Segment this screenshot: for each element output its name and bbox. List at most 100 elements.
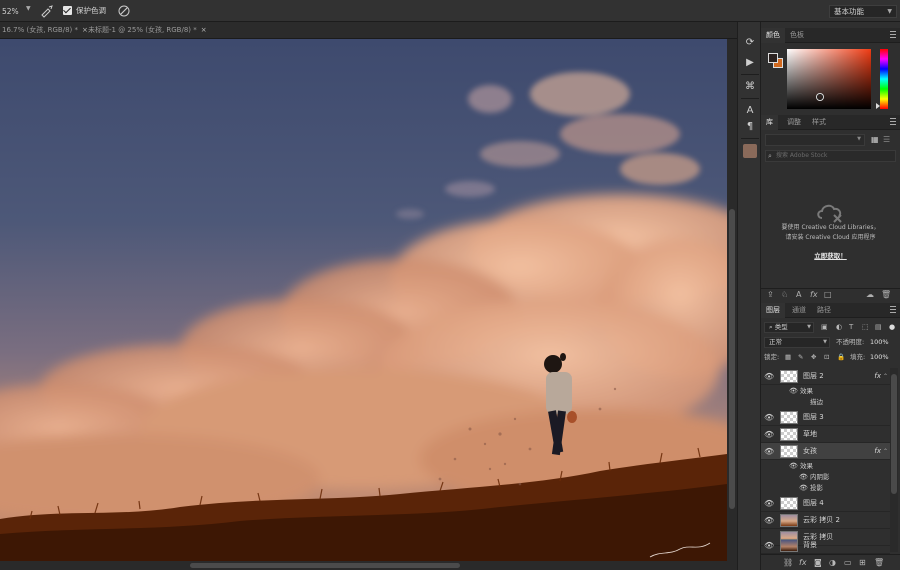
folder-icon[interactable]: ▭ xyxy=(844,558,852,567)
layer-row-background[interactable]: 👁 背景 xyxy=(761,537,890,554)
cloud-sync-icon[interactable]: ☁ xyxy=(866,290,874,299)
upload-icon[interactable]: ⇪ xyxy=(767,290,774,299)
effect-row[interactable]: 👁 效果 xyxy=(761,386,890,397)
filter-smart-icon[interactable]: ▤ xyxy=(875,323,882,331)
filter-toggle-icon[interactable]: ● xyxy=(889,323,895,331)
workspace-select[interactable]: 基本功能 ▼ xyxy=(829,5,897,18)
grid-view-icon[interactable]: ▦ xyxy=(871,135,879,144)
filter-shape-icon[interactable]: ⬚ xyxy=(862,323,869,331)
canvas-vertical-scrollbar[interactable] xyxy=(727,39,737,561)
tab-libraries[interactable]: 库 xyxy=(761,115,778,130)
visibility-eye-icon[interactable]: 👁 xyxy=(764,499,774,508)
layer-row[interactable]: 👁 草地 xyxy=(761,426,890,443)
checkbox-checked-icon[interactable] xyxy=(63,6,72,15)
brush-smoothing-icon[interactable] xyxy=(117,4,131,18)
tab-paths[interactable]: 路径 xyxy=(812,303,836,318)
tab-layers[interactable]: 图层 xyxy=(761,303,785,318)
layers-scrollbar[interactable] xyxy=(890,368,898,552)
scroll-thumb[interactable] xyxy=(891,374,897,494)
list-view-icon[interactable]: ☰ xyxy=(883,135,890,144)
lock-all-icon[interactable]: 🔒 xyxy=(837,352,845,363)
layer-row[interactable]: 👁 云彩 拷贝 2 xyxy=(761,512,890,529)
fx-icon[interactable]: fx xyxy=(799,558,807,567)
opacity-value[interactable]: 100% xyxy=(870,337,889,348)
message-line-1: 要使用 Creative Cloud Libraries， xyxy=(781,224,880,231)
lock-move-icon[interactable]: ✥ xyxy=(811,352,816,363)
filter-kind-select[interactable]: ⌕ 类型 ▼ xyxy=(764,322,814,333)
effect-row[interactable]: 👁 投影 xyxy=(761,483,890,494)
tab-swatches[interactable]: 色板 xyxy=(785,28,809,43)
hue-slider-handle[interactable] xyxy=(876,103,880,109)
link-icon[interactable]: ⛓ xyxy=(783,558,793,567)
tab-color[interactable]: 颜色 xyxy=(761,28,785,43)
library-select[interactable]: ▼ xyxy=(765,134,865,146)
filter-adjustment-icon[interactable]: ◐ xyxy=(836,323,842,331)
lock-transparent-icon[interactable]: ▦ xyxy=(785,352,791,363)
layer-row-selected[interactable]: 👁 女孩 fx ⌃ xyxy=(761,443,890,460)
effect-row[interactable]: 👁 效果 xyxy=(761,461,890,472)
paragraph-icon[interactable]: ¶ xyxy=(743,120,757,134)
canvas-horizontal-scrollbar[interactable] xyxy=(0,561,737,570)
tab-styles[interactable]: 样式 xyxy=(807,115,831,130)
visibility-eye-icon[interactable]: 👁 xyxy=(764,541,774,550)
scroll-thumb[interactable] xyxy=(190,563,460,568)
scroll-thumb[interactable] xyxy=(729,209,735,509)
visibility-eye-icon[interactable]: 👁 xyxy=(764,430,774,439)
effect-row[interactable]: 描边 xyxy=(761,397,890,408)
brush-angle-icon[interactable] xyxy=(40,4,54,18)
fx-badge[interactable]: fx xyxy=(874,368,881,385)
trash-icon[interactable]: 🗑 xyxy=(874,558,884,567)
adjustment-icon[interactable]: ◑ xyxy=(829,558,836,567)
tab-adjustments[interactable]: 调整 xyxy=(782,115,806,130)
square-icon[interactable]: □ xyxy=(824,290,832,299)
get-it-now-link[interactable]: 立即获取！ xyxy=(765,250,896,260)
visibility-eye-icon[interactable]: 👁 xyxy=(789,386,798,397)
portrait-thumbnail-icon[interactable] xyxy=(743,144,757,158)
paths-icon[interactable]: ⌘ xyxy=(743,80,757,94)
fx-badge[interactable]: fx xyxy=(874,443,881,460)
panel-menu-icon[interactable] xyxy=(890,31,896,38)
blend-mode-select[interactable]: 正常 ▼ xyxy=(764,337,830,348)
panel-menu-icon[interactable] xyxy=(890,306,896,313)
document-tab-2[interactable]: 未标题-1 @ 25% (女孩, RGB/8) * × xyxy=(86,22,209,39)
panel-menu-icon[interactable] xyxy=(890,118,896,125)
saturation-field[interactable] xyxy=(787,49,871,109)
chevron-up-icon[interactable]: ⌃ xyxy=(883,368,888,385)
fill-value[interactable]: 100% xyxy=(870,352,889,363)
layer-row[interactable]: 👁 图层 4 xyxy=(761,495,890,512)
visibility-eye-icon[interactable]: 👁 xyxy=(764,413,774,422)
new-layer-icon[interactable]: ⊞ xyxy=(859,558,866,567)
document-tab-1[interactable]: 16.7% (女孩, RGB/8) * × xyxy=(0,22,90,39)
trash-icon[interactable]: 🗑 xyxy=(881,290,891,299)
filter-pixel-icon[interactable]: ▣ xyxy=(821,323,828,331)
chevron-down-icon[interactable]: ▼ xyxy=(26,5,31,12)
hue-slider[interactable] xyxy=(876,49,888,109)
effect-row[interactable]: 👁 内阴影 xyxy=(761,472,890,483)
actions-icon[interactable]: ▶ xyxy=(743,56,757,70)
history-brush-icon[interactable]: ⟳ xyxy=(743,36,757,50)
fx-icon[interactable]: fx xyxy=(810,290,818,299)
stock-search-input[interactable]: ⌕ 搜索 Adobe Stock xyxy=(765,150,896,162)
character-icon[interactable]: A xyxy=(743,104,757,118)
layer-row[interactable]: 👁 图层 2 fx ⌃ xyxy=(761,368,890,385)
foreground-color-swatch[interactable] xyxy=(768,53,778,63)
visibility-eye-icon[interactable]: 👁 xyxy=(764,447,774,456)
lock-artboard-icon[interactable]: ⊡ xyxy=(824,352,829,363)
close-icon[interactable]: × xyxy=(201,26,207,34)
add-graphic-icon[interactable]: ♘ xyxy=(781,290,788,299)
visibility-eye-icon[interactable]: 👁 xyxy=(799,483,808,494)
visibility-eye-icon[interactable]: 👁 xyxy=(764,516,774,525)
tab-channels[interactable]: 通道 xyxy=(787,303,811,318)
document-canvas[interactable] xyxy=(0,39,727,561)
filter-type-icon[interactable]: T xyxy=(849,323,853,331)
text-icon[interactable]: A xyxy=(796,290,801,299)
mask-icon[interactable]: ◙ xyxy=(814,558,822,567)
lock-paint-icon[interactable]: ✎ xyxy=(798,352,803,363)
chevron-up-icon[interactable]: ⌃ xyxy=(883,443,888,460)
color-picker-handle[interactable] xyxy=(817,94,823,100)
visibility-eye-icon[interactable]: 👁 xyxy=(764,372,774,381)
view-toggle[interactable]: ▦ ☰ xyxy=(869,134,895,146)
visibility-eye-icon[interactable]: 👁 xyxy=(799,472,808,483)
layer-row[interactable]: 👁 图层 3 xyxy=(761,409,890,426)
visibility-eye-icon[interactable]: 👁 xyxy=(789,461,798,472)
